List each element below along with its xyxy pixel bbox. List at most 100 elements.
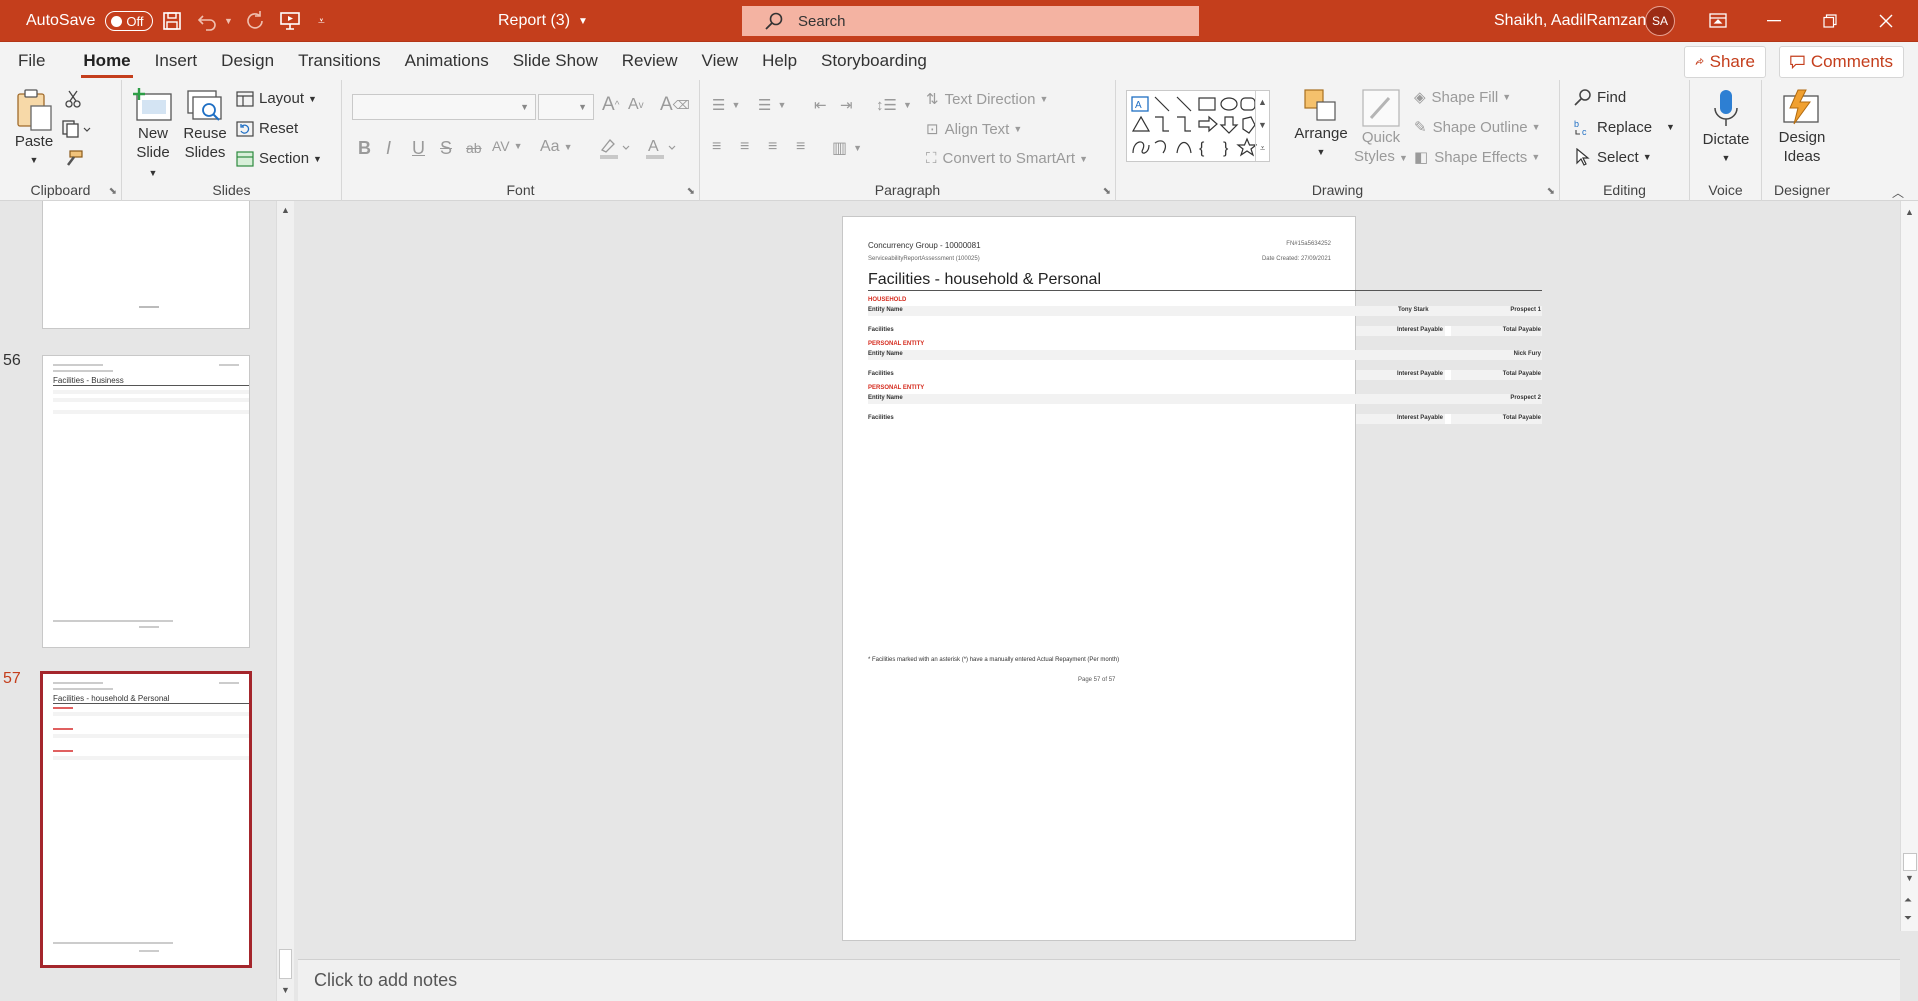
tab-view[interactable]: View	[690, 42, 751, 80]
select-button[interactable]: Select ▼	[1574, 148, 1652, 166]
strikethrough-icon[interactable]: ab	[466, 140, 482, 156]
thumbnail-slide-55[interactable]	[42, 201, 250, 329]
tab-design[interactable]: Design	[209, 42, 286, 80]
slide-title: Facilities - household & Personal	[868, 271, 1102, 288]
autosave[interactable]: AutoSave Off	[26, 0, 154, 42]
tab-home[interactable]: Home	[71, 42, 142, 80]
align-center-icon[interactable]: ≡	[740, 138, 749, 156]
font-launcher-icon[interactable]: ⬊	[687, 186, 695, 197]
section-icon	[236, 150, 254, 167]
highlight-icon[interactable]	[598, 136, 632, 160]
section-button[interactable]: Section ▼	[236, 150, 322, 167]
shadow-icon[interactable]: S	[440, 138, 452, 159]
tab-file[interactable]: File	[6, 42, 57, 80]
paste-button[interactable]: Paste ▼	[10, 88, 58, 170]
customize-qat-icon[interactable]: ⩡	[318, 0, 325, 42]
shape-outline-button[interactable]: ✎ Shape Outline ▼	[1414, 118, 1541, 137]
minimize-icon[interactable]	[1746, 0, 1802, 42]
tab-help[interactable]: Help	[750, 42, 809, 80]
search-box[interactable]: Search	[742, 6, 1199, 36]
slide-scroll-thumb[interactable]	[1903, 853, 1917, 871]
shapes-gallery[interactable]: A { } ▲ ▼ ⩡	[1126, 90, 1270, 162]
clipboard-launcher-icon[interactable]: ⬊	[109, 186, 117, 197]
font-name-select[interactable]: ▼	[352, 94, 536, 120]
user-name[interactable]: Shaikh, AadilRamzan	[1494, 0, 1646, 42]
autosave-toggle[interactable]: Off	[105, 11, 154, 31]
font-size-select[interactable]: ▼	[538, 94, 594, 120]
avatar[interactable]: SA	[1645, 6, 1675, 36]
shape-effects-button[interactable]: ◧ Shape Effects ▼	[1414, 148, 1540, 167]
align-left-icon[interactable]: ≡	[712, 138, 721, 156]
clear-formatting-icon[interactable]: A ⌫	[660, 94, 690, 116]
decrease-indent-icon[interactable]: ⇤	[814, 96, 827, 114]
slide-scrollbar[interactable]: ▲ ▼ ⏶ ⏷	[1900, 201, 1918, 931]
increase-indent-icon[interactable]: ⇥	[840, 96, 853, 114]
scroll-up-icon[interactable]: ▲	[1905, 207, 1914, 217]
tab-animations[interactable]: Animations	[393, 42, 501, 80]
scroll-up-icon[interactable]: ▲	[281, 205, 290, 215]
scroll-down-icon[interactable]: ▼	[281, 985, 290, 995]
thumbnail-slide-56[interactable]: Facilities - Business	[42, 355, 250, 648]
thumbnail-scrollbar[interactable]: ▲ ▼	[276, 201, 294, 1001]
document-title[interactable]: Report (3) ▼	[498, 0, 588, 42]
thumbnail-scroll-thumb[interactable]	[279, 949, 292, 979]
italic-icon[interactable]: I	[386, 138, 391, 159]
align-text-button[interactable]: ⊡ Align Text ▼	[926, 120, 1022, 139]
undo-icon[interactable]	[194, 0, 222, 42]
reuse-slides-button[interactable]: Reuse Slides	[180, 88, 230, 162]
dictate-button[interactable]: Dictate ▼	[1696, 88, 1756, 168]
close-icon[interactable]	[1858, 0, 1914, 42]
copy-icon[interactable]	[62, 120, 92, 138]
bold-icon[interactable]: B	[358, 138, 371, 159]
format-painter-icon[interactable]	[64, 150, 84, 168]
arrange-icon	[1304, 89, 1336, 121]
find-button[interactable]: Find	[1574, 88, 1626, 106]
collapse-ribbon-icon[interactable]: ︿	[1892, 184, 1904, 201]
previous-slide-icon[interactable]: ⏶	[1904, 895, 1912, 906]
numbering-icon[interactable]: ☰ ▼	[758, 96, 786, 114]
align-right-icon[interactable]: ≡	[768, 138, 777, 156]
next-slide-icon[interactable]: ⏷	[1904, 913, 1912, 924]
shrink-font-icon[interactable]: Av	[628, 96, 644, 114]
quick-styles-button[interactable]: Quick Styles ▼	[1354, 88, 1408, 168]
char-spacing-icon[interactable]: AV ▼	[492, 138, 523, 154]
present-icon[interactable]	[276, 0, 304, 42]
total-payable-label: Total Payable	[1502, 327, 1541, 333]
notes-pane[interactable]: Click to add notes	[298, 959, 1900, 1001]
tab-transitions[interactable]: Transitions	[286, 42, 393, 80]
tab-storyboarding[interactable]: Storyboarding	[809, 42, 939, 80]
undo-dropdown-icon[interactable]: ▼	[224, 0, 233, 42]
shape-fill-button[interactable]: ◈ Shape Fill ▼	[1414, 88, 1511, 107]
reset-button[interactable]: Reset	[236, 120, 298, 137]
text-direction-button[interactable]: ⇅ Text Direction ▼	[926, 90, 1048, 109]
restore-icon[interactable]	[1802, 0, 1858, 42]
bullets-icon[interactable]: ☰ ▼	[712, 96, 740, 114]
share-button[interactable]: Share	[1684, 46, 1766, 78]
tab-insert[interactable]: Insert	[143, 42, 210, 80]
convert-smartart-button[interactable]: ⛶ Convert to SmartArt ▼	[926, 150, 1088, 167]
thumbnail-slide-57-selected[interactable]: Facilities - household & Personal	[40, 671, 252, 968]
replace-button[interactable]: b c Replace ▼	[1574, 118, 1675, 137]
change-case-icon[interactable]: Aa ▼	[540, 138, 573, 156]
grow-font-icon[interactable]: A ^	[602, 94, 619, 116]
tab-review[interactable]: Review	[610, 42, 690, 80]
paragraph-launcher-icon[interactable]: ⬊	[1103, 186, 1111, 197]
cut-icon[interactable]	[64, 90, 82, 108]
tab-slide-show[interactable]: Slide Show	[501, 42, 610, 80]
layout-button[interactable]: Layout ▼	[236, 90, 317, 107]
scroll-down-icon[interactable]: ▼	[1905, 873, 1914, 883]
comments-button[interactable]: Comments	[1779, 46, 1904, 78]
columns-icon[interactable]: ▥ ▼	[832, 138, 862, 158]
redo-icon[interactable]	[240, 0, 268, 42]
drawing-launcher-icon[interactable]: ⬊	[1547, 186, 1555, 197]
font-color-icon[interactable]: A	[644, 136, 678, 160]
line-spacing-icon[interactable]: ↕☰ ▼	[876, 96, 912, 114]
arrange-button[interactable]: Arrange ▼	[1292, 88, 1350, 162]
justify-icon[interactable]: ≡	[796, 138, 805, 156]
new-slide-button[interactable]: New Slide ▼	[130, 88, 176, 183]
slide-canvas[interactable]: Concurrency Group - 10000081 FN#15a56342…	[842, 216, 1542, 941]
underline-icon[interactable]: U	[412, 138, 425, 159]
save-icon[interactable]	[158, 0, 186, 42]
ribbon-display-icon[interactable]	[1690, 0, 1746, 42]
design-ideas-button[interactable]: Design Ideas	[1768, 88, 1836, 166]
